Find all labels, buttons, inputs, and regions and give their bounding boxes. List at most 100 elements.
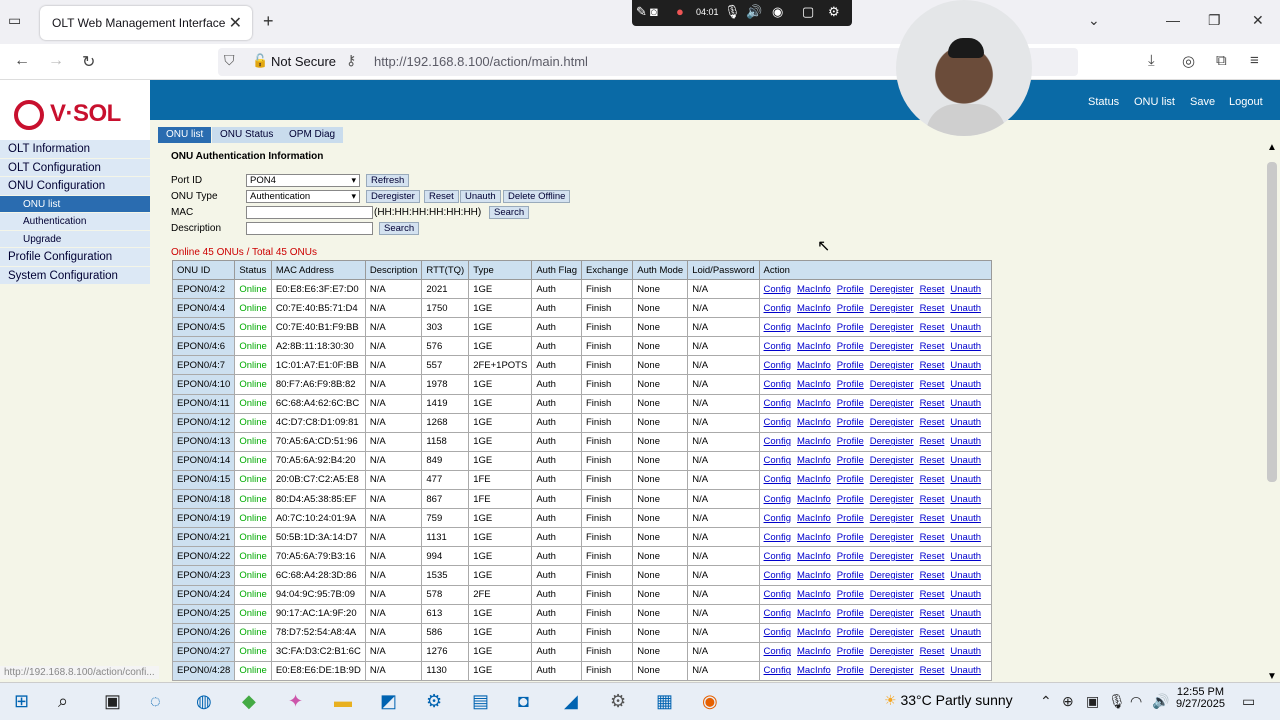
action-link-reset[interactable]: Reset — [920, 303, 945, 314]
action-link-config[interactable]: Config — [764, 379, 791, 390]
maximize-icon[interactable]: ❐ — [1208, 12, 1221, 29]
action-link-config[interactable]: Config — [764, 608, 791, 619]
reset-button[interactable]: Reset — [424, 190, 459, 203]
window-close-icon[interactable]: ✕ — [1252, 12, 1264, 29]
action-link-config[interactable]: Config — [764, 551, 791, 562]
action-link-unauth[interactable]: Unauth — [950, 532, 981, 543]
action-link-deregister[interactable]: Deregister — [870, 436, 914, 447]
download-icon[interactable]: ⤓ — [1148, 52, 1155, 69]
scroll-up-icon[interactable]: ▲ — [1267, 142, 1277, 153]
sidebar-item-system-configuration[interactable]: System Configuration — [0, 266, 150, 285]
action-link-deregister[interactable]: Deregister — [870, 532, 914, 543]
action-link-profile[interactable]: Profile — [837, 436, 864, 447]
tab-list-icon[interactable]: ▭ — [8, 12, 28, 32]
action-link-macinfo[interactable]: MacInfo — [797, 474, 831, 485]
action-link-config[interactable]: Config — [764, 284, 791, 295]
microphone-icon[interactable]: 🎙 — [724, 4, 741, 20]
sidebar-subitem-onu-list[interactable]: ONU list — [0, 195, 150, 213]
sidebar-subitem-authentication[interactable]: Authentication — [0, 213, 150, 231]
not-secure-label[interactable]: Not Secure — [271, 54, 336, 69]
action-link-profile[interactable]: Profile — [837, 608, 864, 619]
action-link-profile[interactable]: Profile — [837, 513, 864, 524]
action-link-macinfo[interactable]: MacInfo — [797, 379, 831, 390]
sidebar-item-olt-configuration[interactable]: OLT Configuration — [0, 158, 150, 177]
action-link-macinfo[interactable]: MacInfo — [797, 436, 831, 447]
edge-alt-icon[interactable]: ◌ — [150, 691, 161, 712]
header-link-onu-list[interactable]: ONU list — [1134, 96, 1175, 108]
action-link-unauth[interactable]: Unauth — [950, 436, 981, 447]
clock[interactable]: 12:55 PM 9/27/2025 — [1176, 686, 1225, 710]
action-link-macinfo[interactable]: MacInfo — [797, 398, 831, 409]
webcam-icon[interactable]: ◉ — [772, 4, 783, 20]
screen-icon[interactable]: ▢ — [802, 4, 814, 20]
action-link-deregister[interactable]: Deregister — [870, 570, 914, 581]
action-link-macinfo[interactable]: MacInfo — [797, 303, 831, 314]
action-link-macinfo[interactable]: MacInfo — [797, 360, 831, 371]
new-tab-icon[interactable]: + — [263, 11, 274, 32]
action-link-profile[interactable]: Profile — [837, 589, 864, 600]
header-link-save[interactable]: Save — [1190, 96, 1215, 108]
action-link-config[interactable]: Config — [764, 341, 791, 352]
description-input[interactable] — [246, 222, 373, 235]
action-link-unauth[interactable]: Unauth — [950, 494, 981, 505]
outlook-icon[interactable]: ◘ — [518, 691, 529, 712]
action-link-reset[interactable]: Reset — [920, 455, 945, 466]
sidebar-item-onu-configuration[interactable]: ONU Configuration — [0, 177, 150, 196]
delete-offline-button[interactable]: Delete Offline — [503, 190, 571, 203]
action-link-unauth[interactable]: Unauth — [950, 646, 981, 657]
weather-widget[interactable]: ☀ 33°C Partly sunny — [884, 692, 1013, 709]
lock-icon[interactable]: 🔓 — [252, 53, 268, 69]
action-link-deregister[interactable]: Deregister — [870, 494, 914, 505]
action-link-reset[interactable]: Reset — [920, 532, 945, 543]
action-link-unauth[interactable]: Unauth — [950, 379, 981, 390]
action-link-unauth[interactable]: Unauth — [950, 417, 981, 428]
file-explorer-icon[interactable]: ▬ — [334, 691, 352, 712]
header-link-status[interactable]: Status — [1088, 96, 1119, 108]
app-icon[interactable]: ◩ — [380, 691, 397, 712]
volume-icon[interactable]: 🔊 — [1152, 693, 1169, 710]
account-icon[interactable]: ◎ — [1182, 52, 1195, 70]
back-icon[interactable]: ← — [14, 52, 30, 70]
action-link-macinfo[interactable]: MacInfo — [797, 322, 831, 333]
sidebar-subitem-upgrade[interactable]: Upgrade — [0, 230, 150, 248]
action-link-config[interactable]: Config — [764, 589, 791, 600]
reload-icon[interactable]: ↻ — [82, 52, 95, 72]
action-link-macinfo[interactable]: MacInfo — [797, 455, 831, 466]
action-link-profile[interactable]: Profile — [837, 284, 864, 295]
mac-input[interactable] — [246, 206, 373, 219]
browser-tab[interactable]: OLT Web Management Interface ✕ — [40, 6, 252, 40]
action-link-unauth[interactable]: Unauth — [950, 513, 981, 524]
action-link-reset[interactable]: Reset — [920, 379, 945, 390]
action-link-macinfo[interactable]: MacInfo — [797, 589, 831, 600]
action-link-macinfo[interactable]: MacInfo — [797, 513, 831, 524]
action-link-reset[interactable]: Reset — [920, 436, 945, 447]
action-link-unauth[interactable]: Unauth — [950, 627, 981, 638]
action-link-deregister[interactable]: Deregister — [870, 284, 914, 295]
action-link-config[interactable]: Config — [764, 303, 791, 314]
action-link-deregister[interactable]: Deregister — [870, 474, 914, 485]
record-icon[interactable]: ● — [676, 4, 684, 19]
action-link-profile[interactable]: Profile — [837, 646, 864, 657]
mac-search-button[interactable]: Search — [489, 206, 530, 219]
action-link-macinfo[interactable]: MacInfo — [797, 627, 831, 638]
gear-icon[interactable]: ⚙ — [828, 4, 840, 20]
description-search-button[interactable]: Search — [379, 222, 420, 235]
action-link-config[interactable]: Config — [764, 570, 791, 581]
action-link-deregister[interactable]: Deregister — [870, 341, 914, 352]
action-link-deregister[interactable]: Deregister — [870, 398, 914, 409]
action-link-config[interactable]: Config — [764, 646, 791, 657]
action-link-profile[interactable]: Profile — [837, 341, 864, 352]
chevron-up-icon[interactable]: ⌃ — [1040, 693, 1052, 710]
action-link-macinfo[interactable]: MacInfo — [797, 532, 831, 543]
settings-icon[interactable]: ⚙ — [610, 691, 626, 712]
action-link-unauth[interactable]: Unauth — [950, 570, 981, 581]
header-link-logout[interactable]: Logout — [1229, 96, 1263, 108]
action-link-reset[interactable]: Reset — [920, 589, 945, 600]
unauth-button[interactable]: Unauth — [460, 190, 501, 203]
action-link-macinfo[interactable]: MacInfo — [797, 551, 831, 562]
pen-icon[interactable]: ✎ — [636, 4, 647, 20]
action-link-deregister[interactable]: Deregister — [870, 627, 914, 638]
action-link-reset[interactable]: Reset — [920, 551, 945, 562]
refresh-button[interactable]: Refresh — [366, 174, 410, 187]
notifications-icon[interactable]: ▭ — [1242, 693, 1255, 710]
